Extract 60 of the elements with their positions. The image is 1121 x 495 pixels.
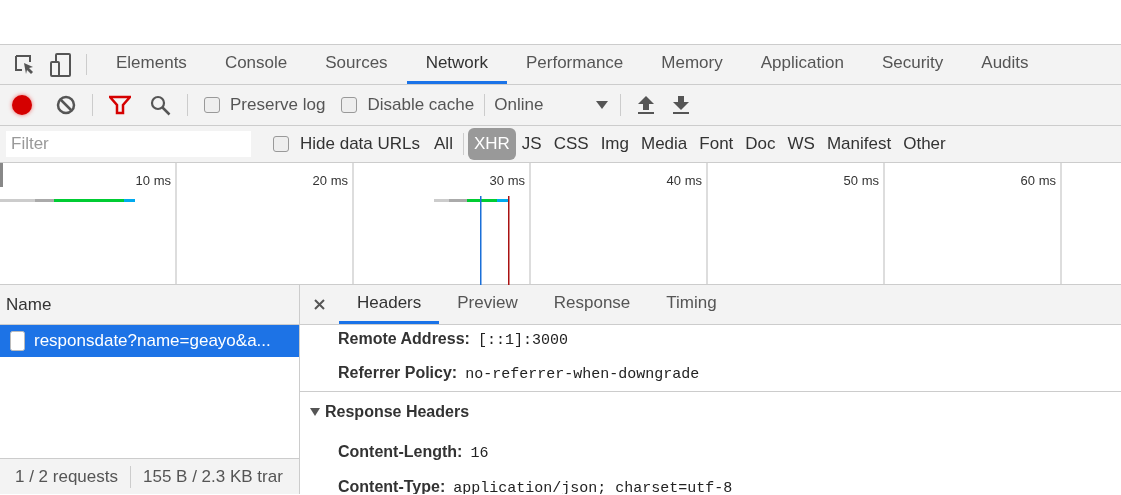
panel-tab[interactable]: Application — [741, 45, 863, 84]
tick-label: 50 ms — [843, 172, 879, 189]
filter-field[interactable]: Filter — [6, 131, 251, 157]
transfer-size: 155 B / 2.3 KB trar — [142, 465, 283, 488]
detail-tab[interactable]: Timing — [648, 285, 735, 324]
checkbox-label[interactable]: Hide data URLs — [300, 131, 420, 157]
filter-icon[interactable] — [109, 95, 131, 115]
record-button[interactable] — [12, 95, 32, 115]
type-filter[interactable]: JS — [515, 128, 548, 160]
panel-tab[interactable]: Sources — [306, 45, 407, 84]
dropdown-arrow-icon — [596, 101, 609, 109]
upload-icon[interactable] — [638, 96, 655, 114]
detail-tab[interactable]: Preview — [439, 285, 536, 324]
expand-triangle-icon — [310, 408, 320, 416]
document-icon — [10, 331, 25, 351]
tick-label: 40 ms — [666, 172, 702, 189]
tick-label: 60 ms — [1020, 172, 1056, 189]
type-filter[interactable]: Font — [693, 128, 740, 160]
request-count: 1 / 2 requests — [14, 465, 119, 488]
type-filter[interactable]: All — [428, 128, 459, 160]
header-name: Remote Address: — [338, 329, 470, 349]
tick-label: 20 ms — [312, 172, 348, 189]
type-filter[interactable]: Media — [635, 128, 694, 160]
tick-label: 10 ms — [135, 172, 171, 189]
inspect-icon[interactable] — [14, 53, 36, 76]
checkbox[interactable] — [273, 136, 289, 152]
type-filter[interactable]: Img — [594, 128, 635, 160]
header-value: 16 — [470, 444, 489, 464]
type-filter[interactable]: Doc — [739, 128, 782, 160]
detail-tab[interactable]: Headers — [339, 285, 440, 324]
search-icon[interactable] — [150, 94, 171, 116]
panel-tab[interactable]: Security — [862, 45, 963, 84]
type-filter[interactable]: Manifest — [820, 128, 898, 160]
header-name: Content-Length: — [338, 442, 463, 462]
download-icon[interactable] — [673, 96, 690, 114]
close-icon[interactable] — [314, 299, 325, 310]
header-value: no-referrer-when-downgrade — [465, 365, 700, 385]
checkbox[interactable] — [341, 97, 358, 113]
type-filter[interactable]: CSS — [547, 128, 595, 160]
section-header[interactable]: Response Headers — [310, 400, 470, 424]
checkbox-label[interactable]: Disable cache — [367, 92, 475, 118]
device-icon[interactable] — [50, 52, 72, 77]
panel-tab[interactable]: Audits — [962, 45, 1048, 84]
tick-label: 30 ms — [489, 172, 525, 189]
throttling-dropdown[interactable]: Online — [494, 92, 609, 118]
checkbox-label[interactable]: Preserve log — [230, 92, 326, 118]
column-header[interactable]: Name — [6, 291, 52, 318]
request-row[interactable]: responsdate?name=geayo&a... — [0, 325, 299, 357]
header-name: Referrer Policy: — [338, 363, 458, 383]
type-filter[interactable]: Other — [897, 128, 952, 160]
header-value: [::1]:3000 — [477, 331, 568, 351]
panel-tab[interactable]: Memory — [642, 45, 742, 84]
clear-icon[interactable] — [56, 95, 76, 115]
panel-tab[interactable]: Elements — [97, 45, 206, 84]
type-filter[interactable]: WS — [781, 128, 821, 160]
range-handle[interactable] — [0, 163, 3, 187]
panel-tab[interactable]: Console — [205, 45, 307, 84]
checkbox[interactable] — [204, 97, 220, 113]
detail-tab[interactable]: Response — [535, 285, 649, 324]
panel-tab[interactable]: Performance — [507, 45, 643, 84]
